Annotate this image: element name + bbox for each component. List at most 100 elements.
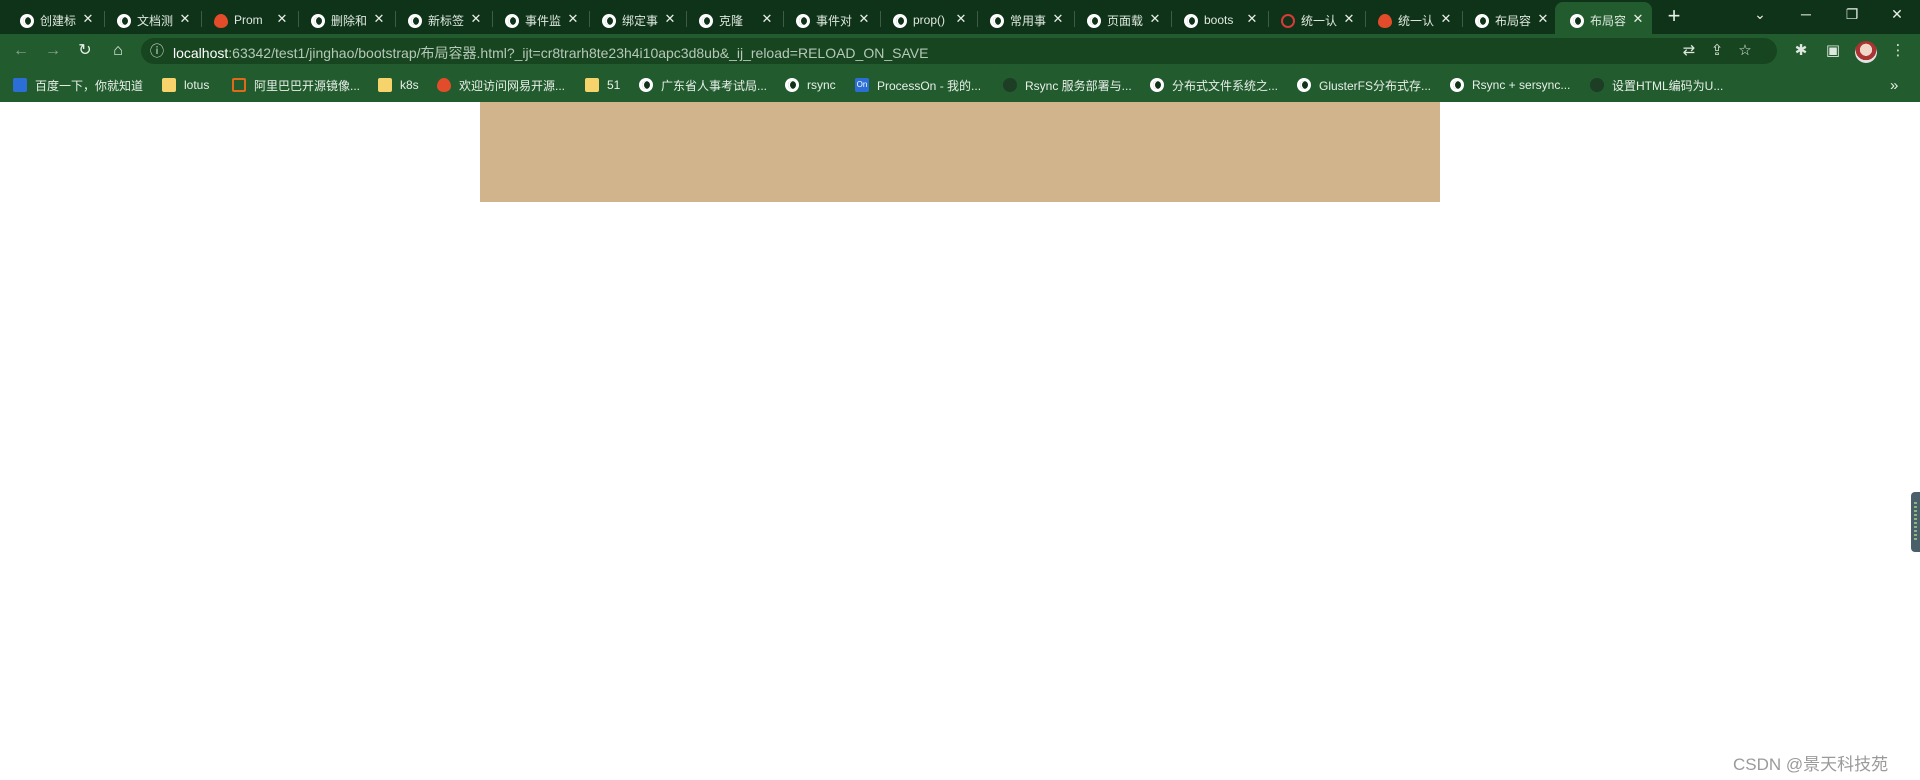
bookmark-folder[interactable]: k8s [378, 77, 419, 93]
profile-avatar[interactable] [1855, 41, 1877, 63]
tab-2[interactable]: 文档测 ✕ [117, 6, 193, 34]
globe-icon [639, 78, 653, 92]
tab-17-active[interactable]: 布局容 ✕ [1570, 6, 1646, 34]
bookmark-item[interactable]: 广东省人事考试局... [639, 77, 767, 93]
bookmark-item[interactable]: Rsync 服务部署与... [1003, 77, 1132, 93]
close-icon[interactable]: ✕ [274, 11, 290, 27]
tab-7[interactable]: 绑定事 ✕ [602, 6, 678, 34]
bookmark-item[interactable]: 百度一下，你就知道 [13, 77, 143, 93]
close-icon[interactable]: ✕ [1535, 11, 1551, 27]
side-widget-handle[interactable] [1911, 492, 1920, 552]
close-icon[interactable]: ✕ [371, 11, 387, 27]
tab-title: boots [1204, 13, 1234, 27]
tab-16[interactable]: 布局容 ✕ [1475, 6, 1551, 34]
close-icon[interactable]: ✕ [953, 11, 969, 27]
new-tab-button[interactable]: + [1663, 5, 1685, 28]
tab-divider [492, 11, 493, 27]
bookmark-item[interactable]: 欢迎访问网易开源... [437, 77, 565, 93]
share-icon[interactable]: ⇪ [1707, 41, 1727, 61]
tab-3[interactable]: Prom ✕ [214, 6, 290, 34]
restore-button[interactable]: ❐ [1829, 0, 1875, 30]
globe-icon [893, 14, 907, 28]
close-icon[interactable]: ✕ [856, 11, 872, 27]
tab-title: 布局容 [1590, 13, 1627, 28]
tab-title: 常用事 [1010, 13, 1047, 28]
url-path: :63342/test1/jinghao/bootstrap/布局容器.html… [228, 45, 929, 61]
bookmark-item[interactable]: 阿里巴巴开源镜像... [232, 77, 360, 93]
tab-divider [1074, 11, 1075, 27]
close-icon[interactable]: ✕ [1050, 11, 1066, 27]
minimize-button[interactable]: ─ [1783, 0, 1829, 30]
close-icon[interactable]: ✕ [1438, 11, 1454, 27]
side-panel-icon[interactable]: ▣ [1823, 41, 1843, 61]
globe-icon [1150, 78, 1164, 92]
tab-14[interactable]: 统一认 ✕ [1281, 6, 1357, 34]
browser-toolbar: ← → ↻ ⌂ ⓘ ⇄ ⇪ ☆ localhost:63342/test1/ji… [0, 34, 1920, 68]
dark-icon [1003, 78, 1017, 92]
bookmark-item[interactable]: rsync [785, 77, 836, 93]
tab-15[interactable]: 统一认 ✕ [1378, 6, 1454, 34]
bookmark-star-icon[interactable]: ☆ [1735, 41, 1755, 61]
close-icon[interactable]: ✕ [759, 11, 775, 27]
close-icon[interactable]: ✕ [177, 11, 193, 27]
url-text[interactable]: localhost:63342/test1/jinghao/bootstrap/… [173, 43, 928, 63]
close-icon[interactable]: ✕ [1341, 11, 1357, 27]
menu-icon[interactable]: ⋮ [1888, 41, 1908, 61]
bookmark-item[interactable]: 设置HTML编码为U... [1590, 77, 1723, 93]
bookmark-label: 阿里巴巴开源镜像... [254, 78, 361, 93]
tab-12[interactable]: 页面载 ✕ [1087, 6, 1163, 34]
tab-title: Prom [234, 13, 263, 27]
bookmark-item[interactable]: 分布式文件系统之... [1150, 77, 1278, 93]
site-info-icon[interactable]: ⓘ [150, 41, 164, 61]
tab-9[interactable]: 事件对 ✕ [796, 6, 872, 34]
tab-10[interactable]: prop() ✕ [893, 6, 969, 34]
url-host: localhost [173, 45, 229, 61]
close-window-button[interactable]: ✕ [1874, 0, 1920, 30]
tab-divider [1171, 11, 1172, 27]
globe-icon [699, 14, 713, 28]
bookmarks-overflow-button[interactable]: » [1890, 77, 1898, 94]
bookmark-label: 百度一下，你就知道 [35, 78, 144, 93]
watermark: CSDN @景天科技苑 [1733, 755, 1889, 774]
close-icon[interactable]: ✕ [1244, 11, 1260, 27]
reload-button[interactable]: ↻ [73, 39, 97, 63]
tab-4[interactable]: 删除和 ✕ [311, 6, 387, 34]
colorful-icon [1378, 14, 1392, 28]
close-icon[interactable]: ✕ [468, 11, 484, 27]
tab-5[interactable]: 新标签 ✕ [408, 6, 484, 34]
back-button[interactable]: ← [9, 39, 33, 63]
bookmark-folder[interactable]: lotus [162, 77, 209, 93]
bookmark-label: Rsync 服务部署与... [1025, 78, 1132, 93]
close-icon[interactable]: ✕ [565, 11, 581, 27]
globe-icon [505, 14, 519, 28]
forward-button[interactable]: → [41, 39, 65, 63]
tab-divider [783, 11, 784, 27]
bookmark-item[interactable]: On ProcessOn - 我的... [855, 77, 981, 93]
tab-divider [1365, 11, 1366, 27]
globe-icon [311, 14, 325, 28]
tab-title: 新标签 [428, 13, 465, 28]
tab-6[interactable]: 事件监 ✕ [505, 6, 581, 34]
extensions-icon[interactable]: ✱ [1791, 41, 1811, 61]
tab-title: 页面载 [1107, 13, 1144, 28]
tab-title: 删除和 [331, 13, 368, 28]
globe-icon [1450, 78, 1464, 92]
bookmark-folder[interactable]: 51 [585, 77, 620, 93]
close-icon[interactable]: ✕ [80, 11, 96, 27]
bookmark-label: 分布式文件系统之... [1172, 78, 1279, 93]
close-icon[interactable]: ✕ [662, 11, 678, 27]
bookmark-item[interactable]: Rsync + sersync... [1450, 77, 1570, 93]
home-button[interactable]: ⌂ [106, 39, 130, 63]
tab-search-button[interactable]: ⌄ [1737, 0, 1783, 30]
tab-13[interactable]: boots ✕ [1184, 6, 1260, 34]
processon-icon: On [855, 78, 869, 92]
globe-icon [796, 14, 810, 28]
close-icon[interactable]: ✕ [1147, 11, 1163, 27]
dark-icon [1590, 78, 1604, 92]
tab-8[interactable]: 克隆 ✕ [699, 6, 775, 34]
tab-11[interactable]: 常用事 ✕ [990, 6, 1066, 34]
bookmark-item[interactable]: GlusterFS分布式存... [1297, 77, 1431, 93]
translate-icon[interactable]: ⇄ [1679, 41, 1699, 61]
tab-1[interactable]: 创建标 ✕ [20, 6, 96, 34]
close-icon[interactable]: ✕ [1630, 11, 1646, 27]
